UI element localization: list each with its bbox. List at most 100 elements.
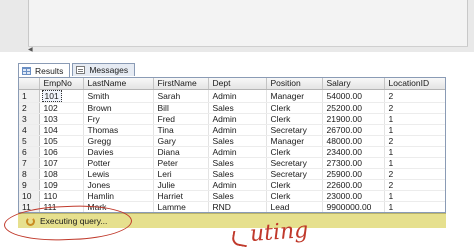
row-number[interactable]: 5 — [19, 135, 40, 147]
cell-salary[interactable]: 25200.00 — [322, 102, 385, 114]
cell-empno[interactable]: 108 — [39, 168, 84, 180]
cell-position[interactable]: Clerk — [266, 102, 323, 114]
table-row[interactable]: 9 109 Jones Julie Admin Clerk 22600.00 2 — [19, 179, 445, 191]
table-row[interactable]: 2 102 Brown Bill Sales Clerk 25200.00 2 — [19, 102, 445, 114]
cell-position[interactable]: Lead — [266, 201, 323, 212]
cell-salary[interactable]: 26700.00 — [322, 124, 385, 136]
row-number[interactable]: 3 — [19, 113, 40, 125]
cell-dept[interactable]: Admin — [208, 113, 267, 125]
row-number[interactable]: 8 — [19, 168, 40, 180]
cell-firstname[interactable]: Lamme — [153, 201, 209, 212]
cell-position[interactable]: Secretary — [266, 168, 323, 180]
cell-firstname[interactable]: Julie — [153, 179, 209, 191]
cell-dept[interactable]: RND — [208, 201, 267, 212]
cell-locationid[interactable]: 1 — [384, 157, 445, 169]
cell-empno[interactable]: 102 — [39, 102, 84, 114]
table-row[interactable]: 10 110 Hamlin Harriet Sales Clerk 23000.00 1 — [19, 190, 445, 202]
row-number[interactable]: 4 — [19, 124, 40, 136]
cell-locationid[interactable]: 2 — [384, 179, 445, 191]
cell-salary[interactable]: 25900.00 — [322, 168, 385, 180]
cell-empno[interactable]: 110 — [39, 190, 84, 202]
column-header-position[interactable]: Position — [266, 78, 323, 90]
cell-locationid[interactable]: 2 — [384, 135, 445, 147]
results-grid[interactable]: EmpNo LastName FirstName Dept Position S… — [18, 77, 446, 213]
cell-salary[interactable]: 23000.00 — [322, 190, 385, 202]
query-editor-area[interactable]: ◀ — [0, 0, 474, 53]
tab-messages[interactable]: Messages — [72, 63, 136, 76]
table-row[interactable]: 3 103 Fry Fred Admin Clerk 21900.00 1 — [19, 113, 445, 125]
cell-dept[interactable]: Sales — [208, 157, 267, 169]
cell-position[interactable]: Clerk — [266, 190, 323, 202]
cell-empno[interactable]: 107 — [39, 157, 84, 169]
cell-locationid[interactable]: 1 — [384, 190, 445, 202]
cell-empno[interactable]: 109 — [39, 179, 84, 191]
cell-locationid[interactable]: 2 — [384, 168, 445, 180]
cell-dept[interactable]: Admin — [208, 89, 267, 103]
table-row[interactable]: 1 101 Smith Sarah Admin Manager 54000.00 2 — [19, 89, 445, 103]
row-number[interactable]: 6 — [19, 146, 40, 158]
tab-results[interactable]: Results — [18, 63, 71, 77]
cell-position[interactable]: Secretary — [266, 157, 323, 169]
cell-dept[interactable]: Sales — [208, 168, 267, 180]
table-row[interactable]: 4 104 Thomas Tina Admin Secretary 26700.00 1 — [19, 124, 445, 136]
query-editor-pane[interactable] — [28, 0, 468, 46]
table-row[interactable]: 7 107 Potter Peter Sales Secretary 27300.00 1 — [19, 157, 445, 169]
column-header-empno[interactable]: EmpNo — [39, 78, 84, 90]
column-header-firstname[interactable]: FirstName — [153, 78, 209, 90]
cell-locationid[interactable]: 2 — [384, 102, 445, 114]
row-number[interactable]: 7 — [19, 157, 40, 169]
cell-dept[interactable]: Sales — [208, 102, 267, 114]
cell-firstname[interactable]: Tina — [153, 124, 209, 136]
cell-salary[interactable]: 22600.00 — [322, 179, 385, 191]
cell-lastname[interactable]: Fry — [83, 113, 154, 125]
cell-locationid[interactable]: 2 — [384, 89, 445, 103]
cell-locationid[interactable]: 1 — [384, 201, 445, 212]
cell-position[interactable]: Secretary — [266, 124, 323, 136]
cell-position[interactable]: Clerk — [266, 179, 323, 191]
cell-firstname[interactable]: Gary — [153, 135, 209, 147]
scroll-left-arrow-icon[interactable]: ◀ — [28, 47, 36, 53]
column-header-dept[interactable]: Dept — [208, 78, 267, 90]
cell-empno[interactable]: 103 — [39, 113, 84, 125]
table-row[interactable]: 6 106 Davies Diana Admin Clerk 23400.00 1 — [19, 146, 445, 158]
cell-dept[interactable]: Admin — [208, 124, 267, 136]
column-header-rownum[interactable] — [19, 78, 40, 90]
table-row[interactable]: 5 105 Gregg Gary Sales Manager 48000.00 2 — [19, 135, 445, 147]
column-header-locationid[interactable]: LocationID — [384, 78, 445, 90]
column-header-lastname[interactable]: LastName — [83, 78, 154, 90]
cell-lastname[interactable]: Lewis — [83, 168, 154, 180]
cell-salary[interactable]: 48000.00 — [322, 135, 385, 147]
cell-position[interactable]: Clerk — [266, 113, 323, 125]
cell-lastname[interactable]: Hamlin — [83, 190, 154, 202]
cell-dept[interactable]: Sales — [208, 190, 267, 202]
cell-dept[interactable]: Sales — [208, 135, 267, 147]
row-number[interactable]: 9 — [19, 179, 40, 191]
cell-lastname[interactable]: Gregg — [83, 135, 154, 147]
cell-lastname[interactable]: Potter — [83, 157, 154, 169]
cell-firstname[interactable]: Diana — [153, 146, 209, 158]
cell-locationid[interactable]: 1 — [384, 113, 445, 125]
cell-dept[interactable]: Admin — [208, 179, 267, 191]
cell-empno[interactable]: 106 — [39, 146, 84, 158]
cell-firstname[interactable]: Bill — [153, 102, 209, 114]
cell-position[interactable]: Clerk — [266, 146, 323, 158]
cell-lastname[interactable]: Smith — [83, 89, 154, 103]
cell-salary[interactable]: 27300.00 — [322, 157, 385, 169]
cell-firstname[interactable]: Fred — [153, 113, 209, 125]
cell-position[interactable]: Manager — [266, 89, 323, 103]
column-header-salary[interactable]: Salary — [322, 78, 385, 90]
cell-empno[interactable]: 101 — [39, 89, 84, 103]
cell-salary[interactable]: 54000.00 — [322, 89, 385, 103]
cell-locationid[interactable]: 1 — [384, 124, 445, 136]
cell-dept[interactable]: Admin — [208, 146, 267, 158]
cell-firstname[interactable]: Sarah — [153, 89, 209, 103]
cell-lastname[interactable]: Brown — [83, 102, 154, 114]
row-number[interactable]: 1 — [19, 89, 40, 103]
cell-lastname[interactable]: Davies — [83, 146, 154, 158]
row-number[interactable]: 10 — [19, 190, 40, 202]
table-row[interactable]: 8 108 Lewis Leri Sales Secretary 25900.00 2 — [19, 168, 445, 180]
row-number[interactable]: 2 — [19, 102, 40, 114]
cell-locationid[interactable]: 1 — [384, 146, 445, 158]
cell-firstname[interactable]: Leri — [153, 168, 209, 180]
cell-empno[interactable]: 105 — [39, 135, 84, 147]
